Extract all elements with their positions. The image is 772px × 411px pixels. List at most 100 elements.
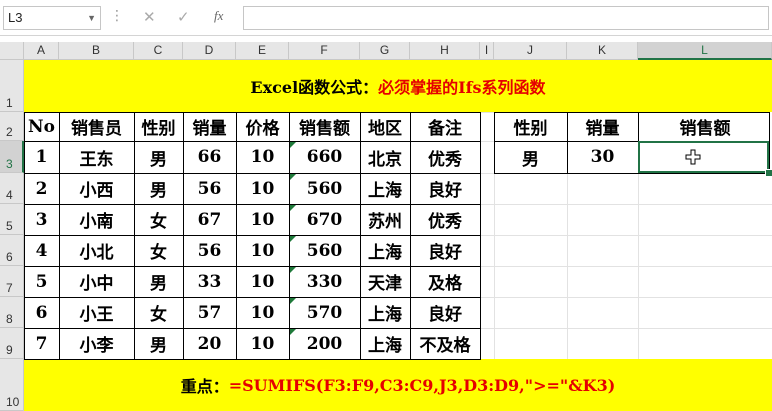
table-cell[interactable]: 33 (183, 266, 236, 297)
table-cell[interactable]: 男 (134, 266, 183, 297)
table-cell[interactable]: 上海 (360, 297, 410, 328)
table-cell[interactable]: 6 (24, 297, 59, 328)
insert-function-icon[interactable]: fx (214, 8, 223, 24)
table-header-cell[interactable]: 销售员 (59, 112, 134, 141)
table-cell[interactable]: 苏州 (360, 204, 410, 235)
table-cell[interactable]: 200 (289, 328, 360, 359)
column-header-f[interactable]: F (289, 42, 360, 60)
table-header-cell[interactable]: 销量 (183, 112, 236, 141)
column-header-j[interactable]: J (494, 42, 567, 60)
table-header-cell[interactable]: 备注 (410, 112, 480, 141)
chevron-down-icon[interactable]: ▼ (87, 7, 96, 29)
table-cell[interactable]: 660 (289, 141, 360, 173)
table-cell[interactable]: 良好 (410, 173, 480, 204)
table-cell[interactable]: 男 (134, 141, 183, 173)
table-cell[interactable]: 良好 (410, 235, 480, 266)
cancel-icon[interactable]: ✕ (143, 8, 156, 26)
table-header-cell[interactable]: 性别 (134, 112, 183, 141)
table-cell[interactable]: 2 (24, 173, 59, 204)
table-cell[interactable]: 天津 (360, 266, 410, 297)
table-cell[interactable]: 上海 (360, 173, 410, 204)
row-header-6[interactable]: 6 (0, 235, 24, 266)
table-cell[interactable]: 优秀 (410, 204, 480, 235)
table-header-cell[interactable]: 价格 (236, 112, 289, 141)
table-cell[interactable]: 10 (236, 266, 289, 297)
table-cell[interactable]: 小李 (59, 328, 134, 359)
table-cell[interactable]: 20 (183, 328, 236, 359)
table-cell[interactable]: 3 (24, 204, 59, 235)
table-cell[interactable]: 小西 (59, 173, 134, 204)
criteria-header-cell[interactable]: 性别 (494, 112, 567, 141)
table-cell[interactable]: 及格 (410, 266, 480, 297)
column-header-i[interactable]: I (480, 42, 494, 60)
column-header-b[interactable]: B (59, 42, 134, 60)
active-cell-selection[interactable] (638, 141, 769, 173)
row-header-8[interactable]: 8 (0, 297, 24, 328)
table-cell[interactable]: 10 (236, 297, 289, 328)
table-cell[interactable]: 上海 (360, 235, 410, 266)
column-header-a[interactable]: A (24, 42, 59, 60)
table-cell[interactable]: 小北 (59, 235, 134, 266)
table-cell[interactable]: 男 (134, 173, 183, 204)
column-header-h[interactable]: H (410, 42, 480, 60)
table-cell[interactable]: 330 (289, 266, 360, 297)
table-cell[interactable]: 男 (134, 328, 183, 359)
row-header-3[interactable]: 3 (0, 141, 24, 173)
table-cell[interactable]: 小中 (59, 266, 134, 297)
table-cell[interactable]: 10 (236, 141, 289, 173)
column-header-e[interactable]: E (236, 42, 289, 60)
criteria-value-cell[interactable]: 男 (494, 141, 567, 173)
table-cell[interactable]: 5 (24, 266, 59, 297)
row-header-5[interactable]: 5 (0, 204, 24, 235)
formula-input[interactable] (243, 6, 769, 30)
select-all-corner[interactable] (0, 42, 24, 60)
column-header-c[interactable]: C (134, 42, 183, 60)
table-cell[interactable]: 560 (289, 235, 360, 266)
criteria-value-cell[interactable]: 30 (567, 141, 638, 173)
table-cell[interactable]: 女 (134, 297, 183, 328)
column-header-g[interactable]: G (360, 42, 410, 60)
table-cell[interactable]: 良好 (410, 297, 480, 328)
table-cell[interactable]: 女 (134, 235, 183, 266)
table-cell[interactable]: 560 (289, 173, 360, 204)
table-cell[interactable]: 不及格 (410, 328, 480, 359)
criteria-header-cell[interactable]: 销售额 (638, 112, 772, 141)
table-cell[interactable]: 570 (289, 297, 360, 328)
table-header-cell[interactable]: 销售额 (289, 112, 360, 141)
row-header-1[interactable]: 1 (0, 60, 24, 112)
table-cell[interactable]: 670 (289, 204, 360, 235)
table-cell[interactable]: 1 (24, 141, 59, 173)
table-cell[interactable]: 67 (183, 204, 236, 235)
enter-icon[interactable]: ✓ (177, 8, 190, 26)
column-header-d[interactable]: D (183, 42, 236, 60)
table-cell[interactable]: 56 (183, 173, 236, 204)
name-box[interactable]: L3 ▼ (3, 6, 101, 30)
table-header-cell[interactable]: 地区 (360, 112, 410, 141)
table-cell[interactable]: 66 (183, 141, 236, 173)
table-cell[interactable]: 上海 (360, 328, 410, 359)
row-header-10[interactable]: 10 (0, 359, 24, 411)
row-header-7[interactable]: 7 (0, 266, 24, 297)
table-cell[interactable]: 57 (183, 297, 236, 328)
table-cell[interactable]: 10 (236, 235, 289, 266)
row-header-2[interactable]: 2 (0, 112, 24, 141)
fill-handle[interactable] (765, 169, 772, 177)
criteria-header-cell[interactable]: 销量 (567, 112, 638, 141)
row-header-9[interactable]: 9 (0, 328, 24, 359)
table-header-cell[interactable]: No (24, 112, 59, 141)
row-header-4[interactable]: 4 (0, 173, 24, 204)
table-cell[interactable]: 10 (236, 173, 289, 204)
table-cell[interactable]: 10 (236, 204, 289, 235)
table-cell[interactable]: 北京 (360, 141, 410, 173)
table-cell[interactable]: 10 (236, 328, 289, 359)
table-cell[interactable]: 小王 (59, 297, 134, 328)
table-cell[interactable]: 4 (24, 235, 59, 266)
table-cell[interactable]: 优秀 (410, 141, 480, 173)
table-cell[interactable]: 王东 (59, 141, 134, 173)
column-header-l[interactable]: L (638, 42, 772, 60)
table-cell[interactable]: 56 (183, 235, 236, 266)
column-header-k[interactable]: K (567, 42, 638, 60)
table-cell[interactable]: 小南 (59, 204, 134, 235)
table-cell[interactable]: 女 (134, 204, 183, 235)
table-cell[interactable]: 7 (24, 328, 59, 359)
